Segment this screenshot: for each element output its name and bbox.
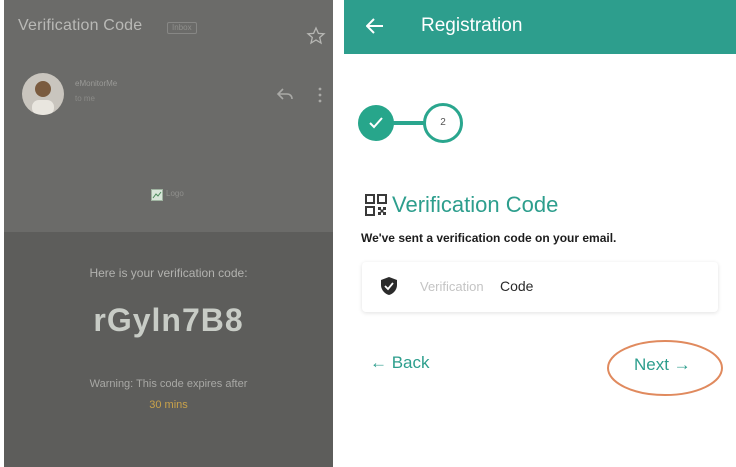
reply-icon[interactable]: [276, 87, 294, 101]
check-icon: [369, 117, 383, 129]
next-button[interactable]: Next →: [634, 355, 691, 375]
page-title: Registration: [421, 15, 523, 36]
step-2-current: 2: [423, 103, 463, 143]
email-subject: Verification Code: [18, 17, 143, 34]
email-sender: eMonitorMe: [75, 79, 118, 88]
email-recipient[interactable]: to me: [75, 94, 95, 103]
field-placeholder: Verification: [420, 279, 484, 294]
email-inbox-tag[interactable]: Inbox: [167, 22, 197, 34]
back-button[interactable]: ← Back: [370, 353, 430, 373]
code-expiry-warning: Warning: This code expires after: [89, 378, 248, 390]
avatar: [22, 73, 64, 115]
image-alt-text: Logo: [166, 189, 184, 198]
email-panel: Verification Code Inbox eMonitorMe to me…: [4, 0, 333, 467]
verification-code-field[interactable]: Verification Code: [362, 262, 718, 312]
section-title: Verification Code: [392, 192, 559, 217]
section-subtitle: We've sent a verification code on your e…: [361, 231, 617, 245]
broken-image-icon: [151, 189, 163, 201]
more-vertical-icon[interactable]: [317, 87, 323, 103]
code-expiry-time: 30 mins: [149, 399, 188, 411]
step-1-complete: [358, 105, 394, 141]
star-icon[interactable]: [306, 26, 326, 46]
field-label: Code: [500, 278, 534, 294]
verification-code-value: rGyln7B8: [93, 302, 244, 338]
qr-code-icon: [365, 194, 387, 216]
back-arrow-icon[interactable]: [366, 18, 384, 34]
code-intro-text: Here is your verification code:: [89, 266, 248, 280]
stepper-connector: [393, 121, 426, 125]
step-number: 2: [440, 117, 446, 128]
shield-check-icon: [381, 277, 397, 295]
app-bar: Registration: [344, 0, 736, 54]
